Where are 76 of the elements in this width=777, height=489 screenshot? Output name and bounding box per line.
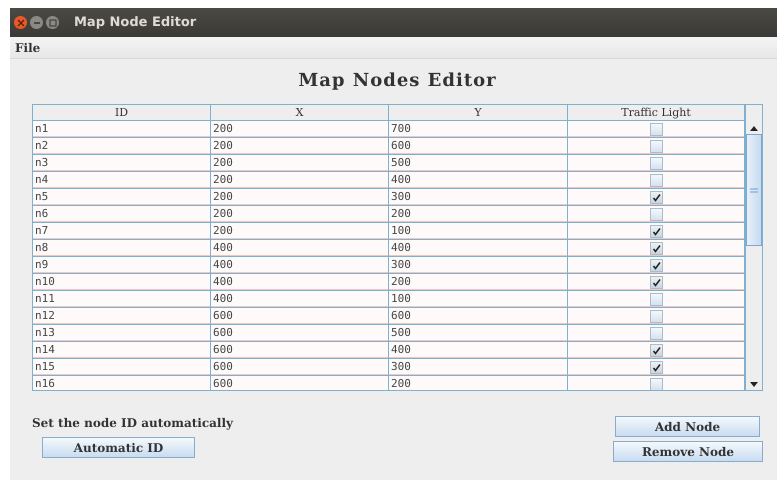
table-cell: 600 (389, 308, 568, 325)
checkbox[interactable] (650, 156, 662, 170)
table-cell: 700 (389, 121, 568, 138)
table-cell: 200 (211, 206, 389, 223)
table-cell: 400 (211, 291, 389, 308)
table-cell: 600 (211, 308, 389, 325)
table-cell: n16 (33, 376, 211, 390)
checkbox[interactable] (650, 258, 662, 272)
checkbox[interactable] (650, 174, 662, 186)
table-cell: n10 (33, 274, 211, 291)
checkbox[interactable] (650, 360, 662, 374)
table-cell: 600 (211, 376, 389, 390)
checkbox[interactable] (650, 140, 662, 152)
table-cell: n6 (33, 206, 211, 223)
checkbox[interactable] (650, 326, 662, 340)
table-cell: 200 (211, 172, 389, 189)
table-cell: 100 (389, 291, 568, 308)
table-cell: 200 (211, 223, 389, 240)
table-cell: n11 (33, 291, 211, 308)
add-node-button[interactable]: Add Node (615, 416, 760, 437)
table-cell: 200 (211, 155, 389, 172)
table-cell: 200 (211, 121, 389, 138)
table-cell: 400 (211, 274, 389, 291)
table-cell: n5 (33, 189, 211, 206)
heading: Map Nodes Editor (297, 70, 498, 91)
minimize-icon[interactable] (30, 16, 43, 29)
table-cell: n9 (33, 257, 211, 274)
table-cell: n7 (33, 223, 211, 240)
scroll-thumb[interactable] (746, 134, 762, 246)
table-cell: 600 (211, 325, 389, 342)
table-cell: n8 (33, 240, 211, 257)
checkbox[interactable] (650, 310, 662, 322)
checkbox[interactable] (650, 224, 662, 238)
table-cell: n3 (33, 155, 211, 172)
scrollbar[interactable] (745, 105, 762, 390)
table-cell: n15 (33, 359, 211, 376)
table-cell: 600 (211, 342, 389, 359)
table-cell: n14 (33, 342, 211, 359)
remove-node-button[interactable]: Remove Node (613, 441, 763, 462)
close-icon[interactable] (14, 16, 27, 29)
checkbox[interactable] (650, 208, 662, 220)
menu-item[interactable]: File (13, 40, 42, 54)
checkbox[interactable] (650, 292, 662, 306)
table-cell: 300 (389, 189, 568, 206)
table-cell: 400 (211, 257, 389, 274)
table-cell: n1 (33, 121, 211, 138)
table-cell: 400 (389, 240, 568, 257)
table-cell: 200 (211, 138, 389, 155)
table-cell: 200 (389, 206, 568, 223)
table-cell: 300 (389, 257, 568, 274)
table-cell: 500 (389, 155, 568, 172)
checkbox[interactable] (650, 190, 662, 204)
checkbox[interactable] (650, 344, 662, 356)
checkbox[interactable] (650, 276, 662, 288)
checkbox[interactable] (650, 378, 662, 390)
table-cell: n12 (33, 308, 211, 325)
table-cell: 200 (389, 376, 568, 390)
auto-id-label: Set the node ID automatically (32, 416, 234, 432)
table-cell: 300 (389, 359, 568, 376)
table-cell: n4 (33, 172, 211, 189)
table-cell: 500 (389, 325, 568, 342)
table-cell: 100 (389, 223, 568, 240)
table-cell: 600 (211, 359, 389, 376)
table-cell: 400 (389, 172, 568, 189)
checkbox[interactable] (650, 242, 662, 254)
table-cell: 200 (389, 274, 568, 291)
table-cell: 400 (211, 240, 389, 257)
table-cell: 200 (211, 189, 389, 206)
table-cell: 600 (389, 138, 568, 155)
checkbox[interactable] (650, 122, 662, 136)
automatic-id-button[interactable]: Automatic ID (42, 437, 195, 458)
table-cell: 400 (389, 342, 568, 359)
maximize-icon[interactable] (46, 16, 59, 29)
table-cell: n13 (33, 325, 211, 342)
window-title: Map Node Editor (74, 15, 196, 30)
table-cell: n2 (33, 138, 211, 155)
